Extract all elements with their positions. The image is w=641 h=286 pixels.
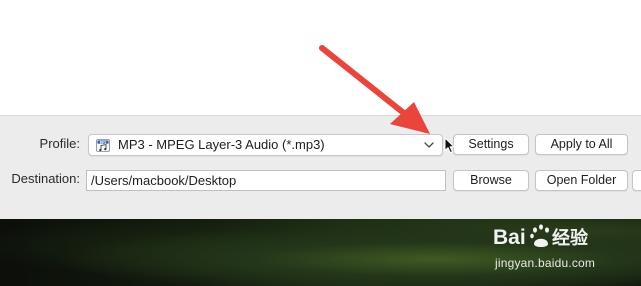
open-folder-button[interactable]: Open Folder xyxy=(535,170,628,191)
baidu-watermark: Bai 经验 jingyan.baidu.com xyxy=(493,220,623,276)
svg-text:Bai: Bai xyxy=(493,226,526,249)
svg-text:MP3: MP3 xyxy=(100,140,107,144)
watermark-url: jingyan.baidu.com xyxy=(495,256,596,270)
settings-button[interactable]: Settings xyxy=(453,134,529,155)
annotation-arrow-icon xyxy=(319,45,430,134)
destination-label: Destination: xyxy=(11,171,80,186)
mp3-file-icon: MP3 xyxy=(96,139,110,152)
destination-field[interactable] xyxy=(86,170,446,191)
partial-button[interactable] xyxy=(632,170,641,191)
browse-button[interactable]: Browse xyxy=(453,170,529,191)
profile-label: Profile: xyxy=(39,136,80,151)
chevron-down-icon xyxy=(424,142,434,148)
apply-to-all-button[interactable]: Apply to All xyxy=(535,134,628,155)
baidu-logo-icon: Bai 经验 xyxy=(493,224,589,249)
profile-selected-value: MP3 - MPEG Layer-3 Audio (*.mp3) xyxy=(118,137,325,152)
svg-text:经验: 经验 xyxy=(552,227,589,249)
destination-input[interactable] xyxy=(87,171,445,190)
